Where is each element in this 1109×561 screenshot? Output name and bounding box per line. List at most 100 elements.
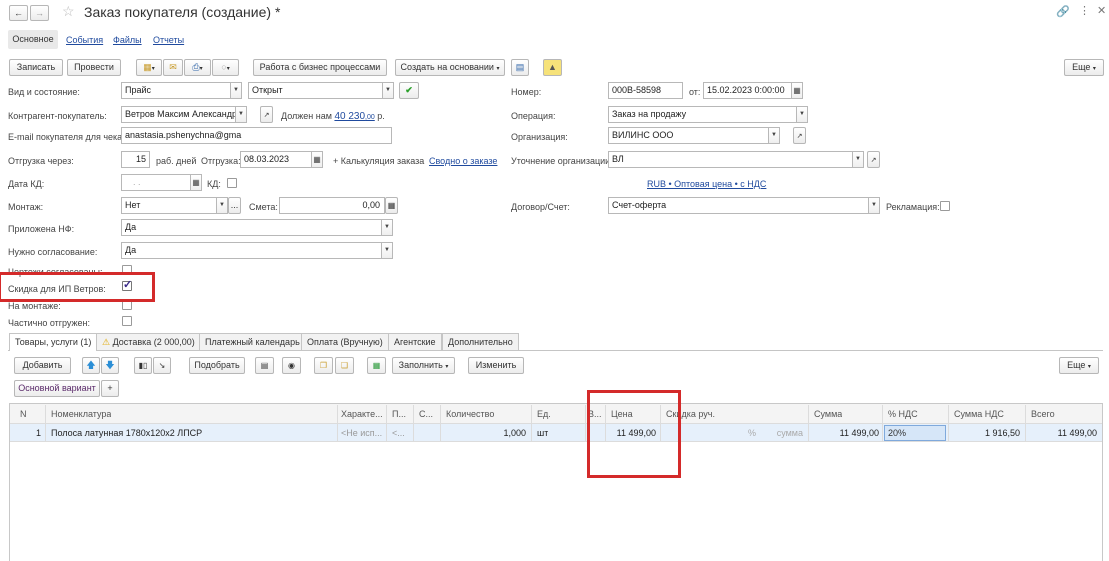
calc-order-button[interactable]: + Калькуляция заказа	[333, 155, 424, 167]
chevron-down-icon[interactable]: ▼	[382, 83, 393, 98]
chevron-down-icon[interactable]: ▼	[381, 243, 392, 258]
add-row-button[interactable]: Добавить	[14, 357, 71, 374]
contract-select[interactable]: Счет-оферта ▼	[608, 197, 880, 214]
barcode-button[interactable]: ▮▯	[134, 357, 152, 374]
view-button[interactable]: ◉	[282, 357, 301, 374]
cell-total[interactable]: 11 499,00	[1027, 424, 1097, 442]
document-menu-button[interactable]: ▦▾	[136, 59, 162, 76]
email-field[interactable]: anastasia.pshenychna@gma	[121, 127, 392, 144]
number-field[interactable]: 000В-58598	[608, 82, 683, 99]
confirm-state-button[interactable]: ✔	[399, 82, 419, 99]
chevron-down-icon[interactable]: ▼	[796, 107, 807, 122]
tab-files[interactable]: Файлы	[113, 34, 142, 46]
mounting-choose-button[interactable]: ...	[228, 197, 241, 214]
open-counterparty-button[interactable]: ↗	[260, 106, 273, 123]
chevron-down-icon[interactable]: ▼	[235, 107, 246, 122]
back-button[interactable]: ←	[9, 5, 28, 21]
move-down-button[interactable]: 🡇	[101, 357, 119, 374]
pick-button[interactable]: Подобрать	[189, 357, 245, 374]
change-button[interactable]: Изменить	[468, 357, 524, 374]
more-button[interactable]: Еще ▾	[1064, 59, 1104, 76]
partial-checkbox[interactable]	[122, 316, 132, 326]
forward-button[interactable]: →	[30, 5, 49, 21]
cell-discount-sum[interactable]: сумма	[773, 424, 803, 442]
cell-unit[interactable]: шт	[537, 424, 548, 442]
approval-select[interactable]: Да ▼	[121, 242, 393, 259]
table-action-button[interactable]: ↘	[153, 357, 171, 374]
cell-vat-rate[interactable]: 20%	[884, 425, 946, 441]
summary-link[interactable]: Сводно о заказе	[429, 155, 497, 167]
cell-vat-sum[interactable]: 1 916,50	[950, 424, 1020, 442]
close-icon[interactable]: ✕	[1097, 4, 1106, 17]
chevron-down-icon[interactable]: ▼	[768, 128, 779, 143]
variant-add-button[interactable]: +	[101, 380, 119, 397]
col-characteristic[interactable]: Характе...	[341, 405, 383, 424]
chevron-down-icon[interactable]: ▼	[852, 152, 863, 167]
business-processes-button[interactable]: Работа с бизнес процессами	[253, 59, 387, 76]
cell-sum[interactable]: 11 499,00	[810, 424, 879, 442]
complaint-checkbox[interactable]	[940, 201, 950, 211]
col-nomenclature[interactable]: Номенклатура	[51, 405, 111, 424]
price-type-link[interactable]: RUB • Оптовая цена • с НДС	[647, 178, 766, 190]
cell-characteristic[interactable]: <Не исп...	[341, 424, 383, 442]
calendar-icon[interactable]: ▦	[190, 175, 201, 190]
state-select[interactable]: Открыт ▼	[248, 82, 394, 99]
date-field[interactable]: 15.02.2023 0:00:00 ▦	[703, 82, 803, 99]
variant-tab-main[interactable]: Основной вариант	[14, 380, 100, 397]
save-button[interactable]: Записать	[9, 59, 63, 76]
tab-reports[interactable]: Отчеты	[153, 34, 184, 46]
cell-nomenclature[interactable]: Полоса латунная 1780х120х2 ЛПСР	[51, 424, 202, 442]
move-up-button[interactable]: 🡅	[82, 357, 100, 374]
tab-delivery[interactable]: ⚠ Доставка (2 000,00)	[96, 333, 201, 350]
status-menu-button[interactable]: ○▾	[212, 59, 239, 76]
more-vertical-icon[interactable]: ⋮	[1079, 4, 1090, 17]
copy-button[interactable]: ❐	[314, 357, 333, 374]
tab-payment-manual[interactable]: Оплата (Вручную)	[301, 333, 389, 350]
col-vat-rate[interactable]: % НДС	[888, 405, 918, 424]
nf-attached-select[interactable]: Да ▼	[121, 219, 393, 236]
org-clarify-field[interactable]: ВЛ ▼	[608, 151, 864, 168]
col-s[interactable]: С...	[419, 405, 433, 424]
warning-button[interactable]: ▲	[543, 59, 562, 76]
mail-button[interactable]: ✉	[163, 59, 183, 76]
cell-n[interactable]: 1	[36, 424, 41, 442]
kd-date-field[interactable]: . . ▦	[121, 174, 202, 191]
structure-button[interactable]: ▤	[511, 59, 529, 76]
shipping-date-field[interactable]: 08.03.2023 ▦	[240, 151, 323, 168]
tab-goods[interactable]: Товары, услуги (1)	[9, 333, 98, 351]
tab-additional[interactable]: Дополнительно	[442, 333, 519, 350]
col-sum[interactable]: Сумма	[814, 405, 842, 424]
cell-p[interactable]: <...	[392, 424, 405, 442]
shipping-days-field[interactable]: 15	[121, 151, 150, 168]
debt-amount-link[interactable]: 40 230,00	[334, 111, 374, 122]
col-unit[interactable]: Ед.	[537, 405, 551, 424]
estimate-field[interactable]: 0,00	[279, 197, 385, 214]
calendar-icon[interactable]: ▦	[791, 83, 802, 98]
col-total[interactable]: Всего	[1031, 405, 1055, 424]
tab-payment-calendar[interactable]: Платежный календарь	[199, 333, 306, 350]
excel-button[interactable]: ▦	[367, 357, 386, 374]
tab-main[interactable]: Основное	[8, 30, 58, 49]
tab-events[interactable]: События	[66, 34, 103, 46]
kd-checkbox[interactable]	[227, 178, 237, 188]
estimate-calc-button[interactable]: ▦	[385, 197, 398, 214]
col-vat-sum[interactable]: Сумма НДС	[954, 405, 1004, 424]
col-quantity[interactable]: Количество	[446, 405, 494, 424]
open-org-clarify-button[interactable]: ↗	[867, 151, 880, 168]
chevron-down-icon[interactable]: ▼	[230, 83, 241, 98]
card-button[interactable]: ▤	[255, 357, 274, 374]
open-organization-button[interactable]: ↗	[793, 127, 806, 144]
col-n[interactable]: N	[20, 405, 27, 424]
operation-select[interactable]: Заказ на продажу ▼	[608, 106, 808, 123]
fill-button[interactable]: Заполнить ▾	[392, 357, 455, 374]
view-select[interactable]: Прайс ▼	[121, 82, 242, 99]
star-icon[interactable]: ☆	[62, 3, 75, 20]
counterparty-field[interactable]: Ветров Максим Александрові ▼	[121, 106, 247, 123]
col-p[interactable]: П...	[392, 405, 406, 424]
post-button[interactable]: Провести	[67, 59, 121, 76]
table-more-button[interactable]: Еще ▾	[1059, 357, 1099, 374]
organization-field[interactable]: ВИЛИНС ООО ▼	[608, 127, 780, 144]
mounting-select[interactable]: Нет ▼	[121, 197, 228, 214]
cell-quantity[interactable]: 1,000	[446, 424, 526, 442]
chevron-down-icon[interactable]: ▼	[868, 198, 879, 213]
